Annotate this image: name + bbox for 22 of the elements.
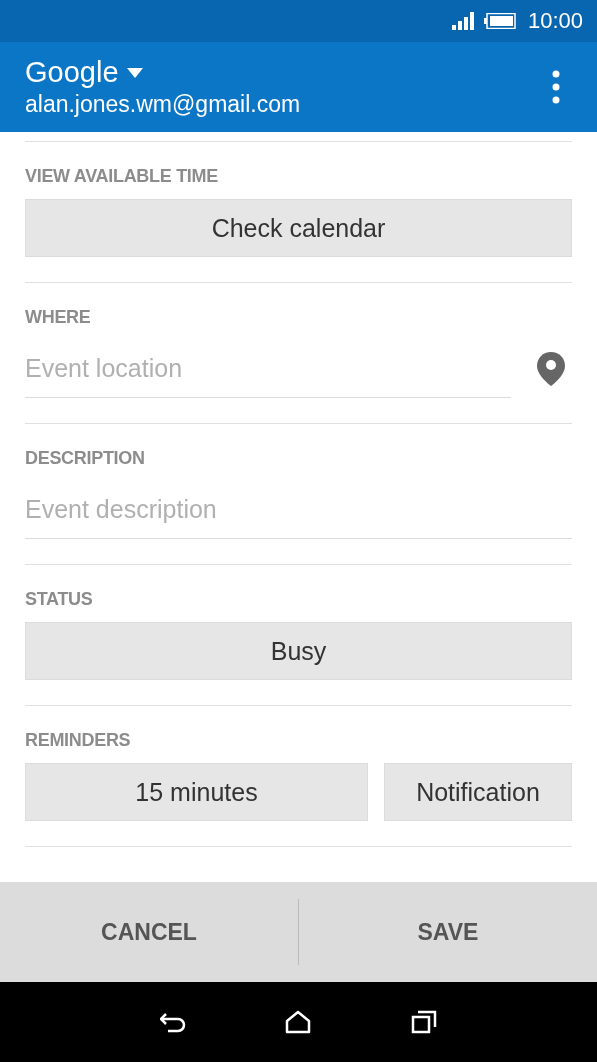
select-button[interactable]: Busy [25, 622, 572, 680]
select-button[interactable]: Notification [384, 763, 572, 821]
overflow-menu-icon[interactable] [551, 70, 561, 104]
action-button[interactable]: SAVE [299, 882, 597, 982]
caret-icon [126, 67, 143, 78]
section-label: REMINDERS [25, 729, 132, 751]
home-icon[interactable] [285, 1010, 312, 1034]
action-button[interactable]: CANCEL [0, 882, 298, 982]
location-pin-icon[interactable] [536, 351, 566, 387]
section-label: WHERE [25, 306, 92, 328]
signal-icon [451, 12, 476, 30]
battery-icon [483, 13, 516, 29]
account-selector[interactable]: Google [25, 56, 143, 89]
section-label: DESCRIPTION [25, 447, 146, 469]
status-time: 10:00 [527, 8, 583, 34]
recent-apps-icon[interactable] [411, 1010, 438, 1034]
section-label: VIEW AVAILABLE TIME [25, 165, 219, 187]
account-email: alan.jones.wm@gmail.com [25, 91, 301, 118]
select-button[interactable]: 15 minutes [25, 763, 368, 821]
back-icon[interactable] [159, 1011, 186, 1033]
section-label: STATUS [25, 588, 94, 610]
select-button[interactable]: Check calendar [25, 199, 572, 257]
